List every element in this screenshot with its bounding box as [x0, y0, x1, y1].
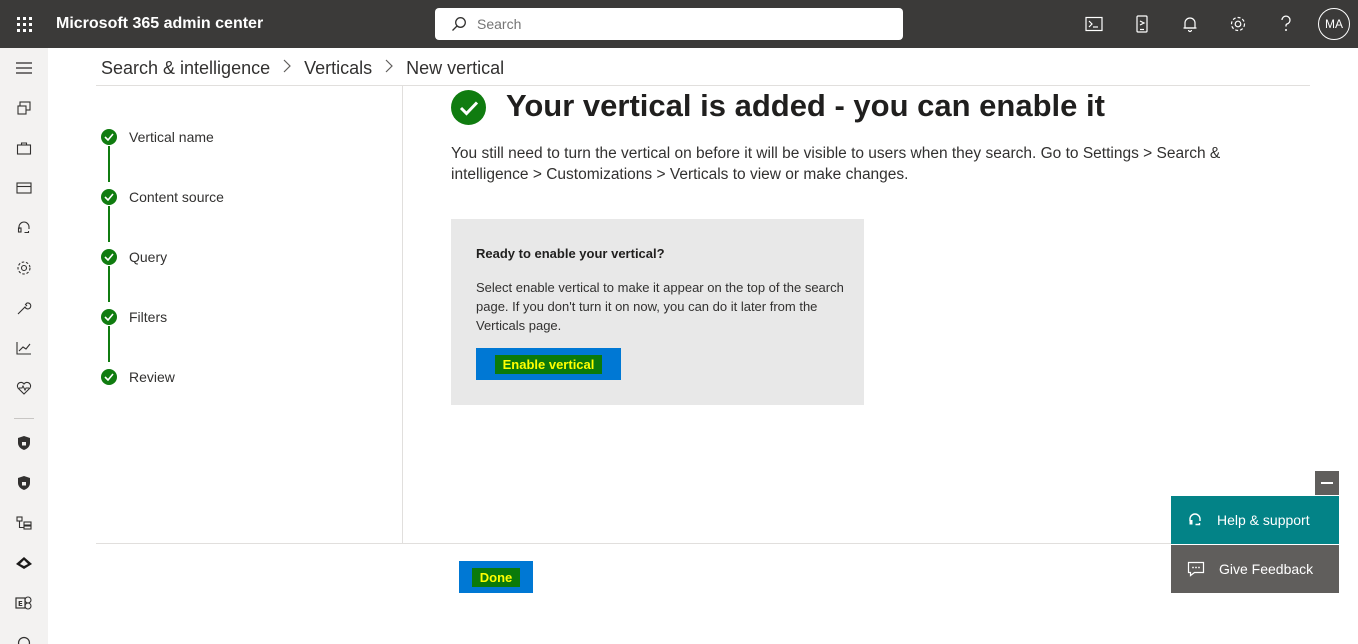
- step-label: Content source: [129, 189, 224, 205]
- card-text: Select enable vertical to make it appear…: [476, 280, 844, 333]
- step-label: Vertical name: [129, 129, 214, 145]
- headset-icon[interactable]: [0, 208, 48, 248]
- minimize-help-button[interactable]: [1315, 471, 1339, 495]
- step-connector: [108, 326, 110, 362]
- bell-icon[interactable]: [1166, 0, 1214, 48]
- search-icon: [452, 17, 466, 31]
- wrench-icon[interactable]: [0, 288, 48, 328]
- step-vertical-name[interactable]: Vertical name: [101, 129, 214, 145]
- step-query[interactable]: Query: [101, 249, 167, 265]
- page-title: Your vertical is added - you can enable …: [506, 88, 1105, 123]
- reports-chart-icon[interactable]: [0, 328, 48, 368]
- health-heart-icon[interactable]: [0, 368, 48, 408]
- search-input[interactable]: [477, 16, 877, 32]
- azure-ad-icon[interactable]: [0, 543, 48, 583]
- card-title: Ready to enable your vertical?: [476, 246, 665, 261]
- gear-icon[interactable]: [1214, 0, 1262, 48]
- step-connector: [108, 266, 110, 302]
- breadcrumb-current: New vertical: [406, 57, 505, 78]
- svg-text:E: E: [18, 600, 23, 608]
- mobile-device-icon[interactable]: [1118, 0, 1166, 48]
- step-complete-icon: [101, 369, 117, 385]
- enable-vertical-card: Ready to enable your vertical? Select en…: [451, 219, 864, 405]
- app-launcher-button[interactable]: [0, 0, 48, 48]
- step-content-source[interactable]: Content source: [101, 189, 224, 205]
- sharepoint-icon[interactable]: [0, 623, 48, 644]
- step-connector: [108, 206, 110, 242]
- chevron-right-icon: [385, 59, 393, 78]
- search-box[interactable]: [435, 8, 903, 40]
- help-support-button[interactable]: Help & support: [1171, 496, 1339, 544]
- app-title[interactable]: Microsoft 365 admin center: [56, 15, 435, 33]
- page-description: You still need to turn the vertical on b…: [451, 145, 1221, 183]
- step-complete-icon: [101, 189, 117, 205]
- step-review[interactable]: Review: [101, 369, 175, 385]
- step-complete-icon: [101, 309, 117, 325]
- step-label: Review: [129, 369, 175, 385]
- security-shield-icon[interactable]: [0, 423, 48, 463]
- done-button[interactable]: Done: [459, 561, 533, 593]
- done-label: Done: [471, 567, 521, 587]
- step-complete-icon: [101, 249, 117, 265]
- give-feedback-label: Give Feedback: [1219, 561, 1314, 577]
- devices-icon[interactable]: [0, 88, 48, 128]
- step-label: Filters: [129, 309, 168, 325]
- nav-divider: [14, 418, 34, 419]
- headset-icon: [1189, 513, 1201, 526]
- steps-divider: [402, 86, 403, 544]
- avatar[interactable]: MA: [1318, 8, 1350, 40]
- left-nav: E: [0, 48, 48, 644]
- breadcrumb-search-intelligence[interactable]: Search & intelligence: [101, 58, 270, 79]
- feedback-chat-icon: [1187, 561, 1205, 577]
- minus-icon: [1321, 482, 1333, 484]
- billing-card-icon[interactable]: [0, 168, 48, 208]
- breadcrumb-verticals[interactable]: Verticals: [304, 58, 372, 79]
- waffle-icon: [16, 16, 32, 32]
- footer-divider: [96, 543, 1310, 544]
- give-feedback-button[interactable]: Give Feedback: [1171, 545, 1339, 593]
- help-support-label: Help & support: [1217, 512, 1310, 528]
- hamburger-icon[interactable]: [0, 48, 48, 88]
- org-chart-icon[interactable]: [0, 503, 48, 543]
- enable-vertical-button[interactable]: Enable vertical: [476, 348, 621, 380]
- exchange-icon[interactable]: E: [0, 583, 48, 623]
- enable-vertical-label: Enable vertical: [494, 354, 603, 374]
- compliance-shield-icon[interactable]: [0, 463, 48, 503]
- question-icon[interactable]: [1262, 0, 1310, 48]
- briefcase-icon[interactable]: [0, 128, 48, 168]
- top-bar: Microsoft 365 admin center MA: [0, 0, 1358, 48]
- terminal-icon[interactable]: [1070, 0, 1118, 48]
- chevron-right-icon: [283, 59, 291, 78]
- step-complete-icon: [101, 129, 117, 145]
- step-filters[interactable]: Filters: [101, 309, 167, 325]
- settings-icon[interactable]: [0, 248, 48, 288]
- breadcrumb: Search & intelligence Verticals New vert…: [101, 56, 504, 80]
- step-connector: [108, 146, 110, 182]
- header-divider: [96, 85, 1310, 86]
- step-label: Query: [129, 249, 168, 265]
- success-check-icon: [451, 90, 486, 125]
